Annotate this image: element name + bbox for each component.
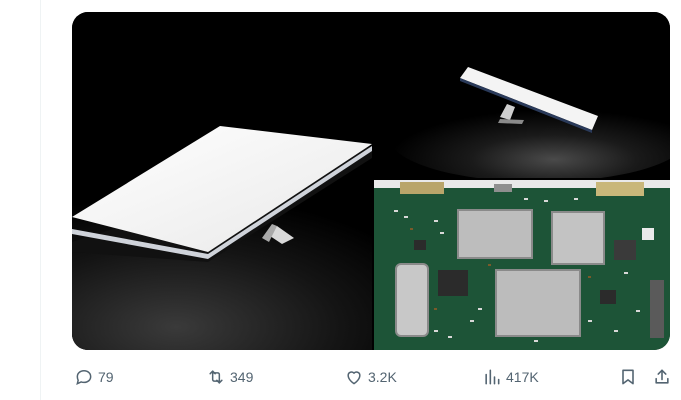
bookmark-icon	[618, 367, 638, 387]
timeline-left-border	[40, 0, 41, 400]
circuit-board-illustration	[374, 180, 670, 350]
views-icon	[482, 367, 502, 387]
like-button[interactable]: 3.2K	[344, 362, 397, 392]
tablet-angle-illustration	[374, 12, 670, 178]
share-icon	[652, 367, 672, 387]
like-count: 3.2K	[368, 369, 397, 385]
bookmark-button[interactable]	[618, 362, 638, 392]
retweet-icon	[206, 367, 226, 387]
retweet-button[interactable]: 349	[206, 362, 253, 392]
heart-icon	[344, 367, 364, 387]
reply-icon	[74, 367, 94, 387]
tablet-device-angle-photo[interactable]	[374, 12, 670, 178]
share-button[interactable]	[652, 362, 672, 392]
reply-button[interactable]: 79	[74, 362, 114, 392]
tweet-media-grid[interactable]	[72, 12, 670, 350]
tablet-device-illustration	[72, 12, 372, 350]
reply-count: 79	[98, 369, 114, 385]
views-button[interactable]: 417K	[482, 362, 539, 392]
circuit-board-photo[interactable]	[374, 180, 670, 350]
views-count: 417K	[506, 369, 539, 385]
tablet-device-photo[interactable]	[72, 12, 372, 350]
tweet-action-bar: 79 349 3.2K 417K	[72, 362, 680, 392]
retweet-count: 349	[230, 369, 254, 385]
